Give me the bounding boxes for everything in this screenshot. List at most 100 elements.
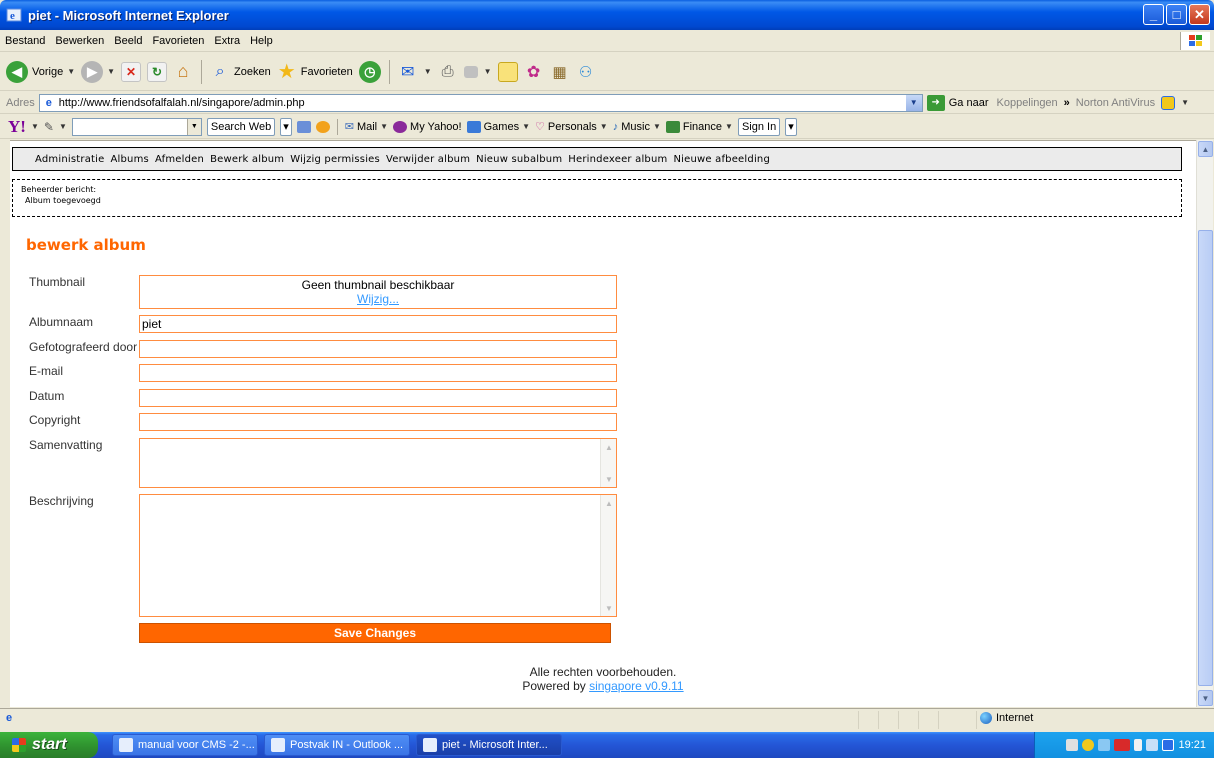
norton-dropdown-icon[interactable]: ▼ bbox=[1181, 98, 1189, 107]
menu-bewerken[interactable]: Bewerken bbox=[50, 35, 109, 47]
links-label[interactable]: Koppelingen bbox=[997, 97, 1058, 109]
menu-help[interactable]: Help bbox=[245, 35, 278, 47]
search-button[interactable]: ⌕ Zoeken bbox=[210, 62, 271, 82]
admin-menu-nieuw-subalbum[interactable]: Nieuw subalbum bbox=[476, 154, 562, 165]
pencil-dropdown-icon[interactable]: ▼ bbox=[59, 122, 67, 131]
edit-icon[interactable] bbox=[463, 65, 478, 78]
stop-icon[interactable]: ✕ bbox=[121, 61, 142, 82]
admin-menu-albums[interactable]: Albums bbox=[110, 154, 148, 165]
mail-icon[interactable]: ✉ bbox=[398, 62, 418, 82]
yahoo-music-dropdown-icon[interactable]: ▼ bbox=[653, 122, 661, 131]
back-button[interactable]: ◀ Vorige ▼ bbox=[6, 60, 75, 83]
menu-bestand[interactable]: Bestand bbox=[0, 35, 50, 47]
maximize-button[interactable]: □ bbox=[1166, 4, 1187, 25]
mail-dropdown-icon[interactable]: ▼ bbox=[424, 67, 432, 76]
yahoo-search-input[interactable]: ▼ bbox=[71, 117, 202, 136]
network-icon[interactable] bbox=[1098, 739, 1111, 751]
yahoo-personals-dropdown-icon[interactable]: ▼ bbox=[600, 122, 608, 131]
search-web-dropdown[interactable]: ▾ bbox=[280, 117, 292, 136]
email-field[interactable] bbox=[139, 364, 617, 382]
antivirus-icon[interactable] bbox=[1114, 739, 1131, 751]
taskbar-item-manual[interactable]: manual voor CMS -2 -... bbox=[112, 734, 258, 756]
address-input[interactable]: e http://www.friendsofalfalah.nl/singapo… bbox=[38, 93, 923, 112]
close-button[interactable]: ✕ bbox=[1189, 4, 1210, 25]
admin-menu-bewerk-album[interactable]: Bewerk album bbox=[210, 154, 284, 165]
highlight-icon[interactable] bbox=[296, 120, 311, 133]
singapore-link[interactable]: singapore v0.9.11 bbox=[589, 679, 684, 693]
refresh-icon[interactable]: ↻ bbox=[147, 61, 168, 82]
scroll-down-icon[interactable]: ▼ bbox=[602, 601, 616, 615]
keyboard-icon[interactable] bbox=[1066, 739, 1079, 751]
back-dropdown-icon[interactable]: ▼ bbox=[67, 67, 75, 76]
scroll-up-icon[interactable]: ▲ bbox=[602, 440, 616, 454]
scroll-up-icon[interactable]: ▲ bbox=[1198, 141, 1213, 157]
forward-dropdown-icon[interactable]: ▼ bbox=[107, 67, 115, 76]
yahoo-dropdown-icon[interactable]: ▼ bbox=[31, 122, 39, 131]
messenger-icon[interactable]: ✿ bbox=[524, 62, 544, 82]
taskbar-item-ie[interactable]: piet - Microsoft Inter... bbox=[416, 734, 562, 756]
yahoo-games-dropdown-icon[interactable]: ▼ bbox=[522, 122, 530, 131]
volume-icon[interactable] bbox=[1146, 739, 1159, 751]
description-textarea[interactable]: ▲ ▼ bbox=[139, 494, 617, 617]
copyright-field[interactable] bbox=[139, 413, 617, 431]
admin-menu-administratie[interactable]: Administratie bbox=[35, 154, 104, 165]
scroll-up-icon[interactable]: ▲ bbox=[602, 496, 616, 510]
notes-icon[interactable] bbox=[497, 61, 518, 82]
sign-in-dropdown[interactable]: ▾ bbox=[785, 117, 797, 136]
print-icon[interactable]: ⎙ bbox=[438, 62, 458, 82]
monitor-icon[interactable] bbox=[1162, 739, 1175, 751]
yahoo-search-dropdown-icon[interactable]: ▼ bbox=[186, 118, 201, 135]
security-alert-icon[interactable] bbox=[1082, 739, 1095, 751]
popup-blocker-icon[interactable] bbox=[315, 120, 330, 133]
scrollbar-thumb[interactable] bbox=[1198, 230, 1213, 686]
menu-favorieten[interactable]: Favorieten bbox=[147, 35, 209, 47]
yahoo-finance[interactable]: Finance ▼ bbox=[665, 120, 733, 133]
summary-textarea[interactable]: ▲ ▼ bbox=[139, 438, 617, 488]
scroll-down-icon[interactable]: ▼ bbox=[1198, 690, 1213, 706]
forward-button[interactable]: ▶ ▼ bbox=[81, 60, 115, 83]
go-button[interactable]: ➜ Ga naar bbox=[926, 94, 989, 111]
yahoo-personals[interactable]: ♡ Personals ▼ bbox=[535, 120, 608, 134]
start-button[interactable]: start bbox=[0, 732, 98, 758]
norton-icon[interactable] bbox=[1161, 95, 1176, 110]
admin-menu-nieuwe-afbeelding[interactable]: Nieuwe afbeelding bbox=[673, 154, 770, 165]
admin-menu-wijzig-permissies[interactable]: Wijzig permissies bbox=[290, 154, 380, 165]
date-field[interactable] bbox=[139, 389, 617, 407]
my-yahoo[interactable]: My Yahoo! bbox=[393, 120, 462, 133]
yahoo-games[interactable]: Games ▼ bbox=[466, 120, 530, 133]
research-icon[interactable]: ▦ bbox=[550, 62, 570, 82]
taskbar-item-outlook[interactable]: Postvak IN - Outlook ... bbox=[264, 734, 410, 756]
admin-menu-afmelden[interactable]: Afmelden bbox=[155, 154, 204, 165]
page-scrollbar[interactable]: ▲ ▼ bbox=[1196, 140, 1213, 707]
menu-extra[interactable]: Extra bbox=[209, 35, 245, 47]
yahoo-mail-dropdown-icon[interactable]: ▼ bbox=[380, 122, 388, 131]
photographer-field[interactable] bbox=[139, 340, 617, 358]
usb-icon[interactable] bbox=[1134, 739, 1143, 751]
search-icon: ⌕ bbox=[215, 62, 225, 80]
albumname-field[interactable]: piet bbox=[139, 315, 617, 333]
pencil-icon[interactable]: ✎ bbox=[44, 120, 54, 134]
sign-in-button[interactable]: Sign In bbox=[737, 117, 781, 136]
summary-scrollbar[interactable]: ▲ ▼ bbox=[600, 439, 616, 487]
menu-beeld[interactable]: Beeld bbox=[109, 35, 147, 47]
minimize-button[interactable]: _ bbox=[1143, 4, 1164, 25]
yahoo-logo-icon[interactable]: Y! bbox=[8, 117, 26, 137]
people-icon[interactable]: ⚇ bbox=[576, 62, 596, 82]
home-icon[interactable]: ⌂ bbox=[173, 61, 193, 82]
edit-dropdown-icon[interactable]: ▼ bbox=[484, 67, 492, 76]
favorites-button[interactable]: ★ Favorieten bbox=[277, 61, 353, 83]
yahoo-finance-dropdown-icon[interactable]: ▼ bbox=[725, 122, 733, 131]
admin-menu-verwijder-album[interactable]: Verwijder album bbox=[386, 154, 470, 165]
address-dropdown-icon[interactable]: ▼ bbox=[905, 94, 922, 111]
yahoo-mail[interactable]: ✉ Mail ▼ bbox=[345, 120, 388, 134]
norton-label[interactable]: Norton AntiVirus bbox=[1076, 97, 1155, 109]
scroll-down-icon[interactable]: ▼ bbox=[602, 472, 616, 486]
links-chevron-icon[interactable]: » bbox=[1064, 97, 1070, 109]
save-changes-button[interactable]: Save Changes bbox=[139, 623, 611, 643]
description-scrollbar[interactable]: ▲ ▼ bbox=[600, 495, 616, 616]
admin-menu-herindexeer-album[interactable]: Herindexeer album bbox=[568, 154, 667, 165]
change-thumbnail-link[interactable]: Wijzig... bbox=[357, 292, 399, 306]
search-web-button[interactable]: Search Web bbox=[206, 117, 276, 136]
yahoo-music[interactable]: ♪ Music ▼ bbox=[613, 121, 661, 133]
history-icon[interactable]: ◷ bbox=[358, 60, 381, 83]
